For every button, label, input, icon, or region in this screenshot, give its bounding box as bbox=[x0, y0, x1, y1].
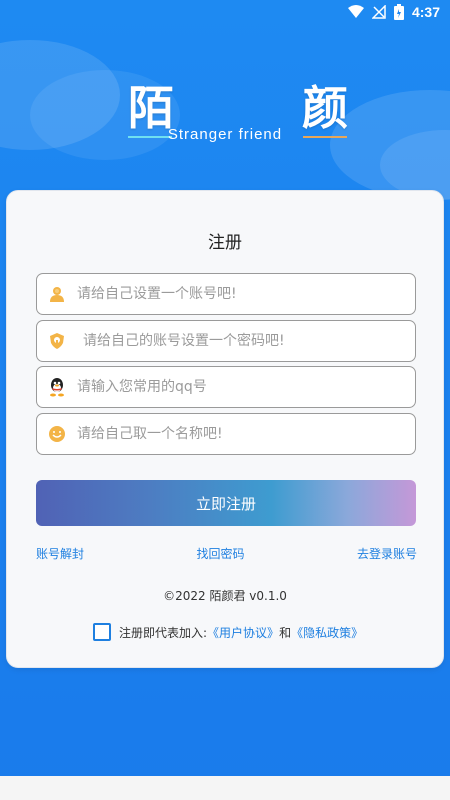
user-agreement-link[interactable]: 《用户协议》 bbox=[207, 624, 279, 641]
agreement-row: 注册即代表加入: 《用户协议》 和 《隐私政策》 bbox=[93, 622, 363, 642]
agreement-checkbox[interactable] bbox=[93, 623, 111, 641]
agreement-prefix: 注册即代表加入: bbox=[119, 625, 208, 640]
logo-line-right bbox=[303, 136, 347, 138]
battery-icon bbox=[393, 4, 404, 20]
page-title: 注册 bbox=[208, 233, 242, 253]
password-field bbox=[36, 320, 416, 362]
status-bar: 4:37 bbox=[0, 0, 450, 24]
account-input[interactable] bbox=[77, 274, 415, 314]
agreement-conjunction: 和 bbox=[279, 625, 292, 640]
user-icon bbox=[37, 285, 77, 303]
password-input[interactable] bbox=[77, 321, 415, 361]
lock-shield-icon bbox=[37, 332, 77, 350]
recover-password-link[interactable]: 找回密码 bbox=[196, 545, 244, 565]
qq-input[interactable] bbox=[77, 367, 415, 407]
status-time: 4:37 bbox=[411, 4, 440, 20]
register-button[interactable]: 立即注册 bbox=[36, 480, 416, 526]
privacy-policy-link[interactable]: 《隐私政策》 bbox=[291, 624, 363, 641]
navigation-bar bbox=[0, 776, 450, 800]
register-card: 注册 请给自己设置一个账号吧! 请输入您常用的qq号 请给自己取一个名称吧! 立… bbox=[6, 190, 444, 668]
qq-penguin-icon bbox=[37, 377, 77, 397]
nickname-input[interactable] bbox=[77, 414, 415, 454]
logo-subtitle: Stranger friend bbox=[167, 126, 283, 143]
wifi-icon bbox=[347, 5, 364, 19]
auxiliary-links: 账号解封 找回密码 去登录账号 bbox=[36, 545, 417, 565]
nickname-field bbox=[36, 413, 416, 455]
unfreeze-account-link[interactable]: 账号解封 bbox=[36, 545, 84, 565]
smile-icon bbox=[37, 425, 77, 443]
qq-field bbox=[36, 366, 416, 408]
signal-off-icon bbox=[371, 5, 386, 19]
go-login-link[interactable]: 去登录账号 bbox=[357, 545, 417, 565]
copyright-text: ©2022 陌颜君 v0.1.0 bbox=[163, 589, 287, 603]
account-field bbox=[36, 273, 416, 315]
app-logo: 陌 颜 Stranger friend bbox=[0, 72, 450, 152]
